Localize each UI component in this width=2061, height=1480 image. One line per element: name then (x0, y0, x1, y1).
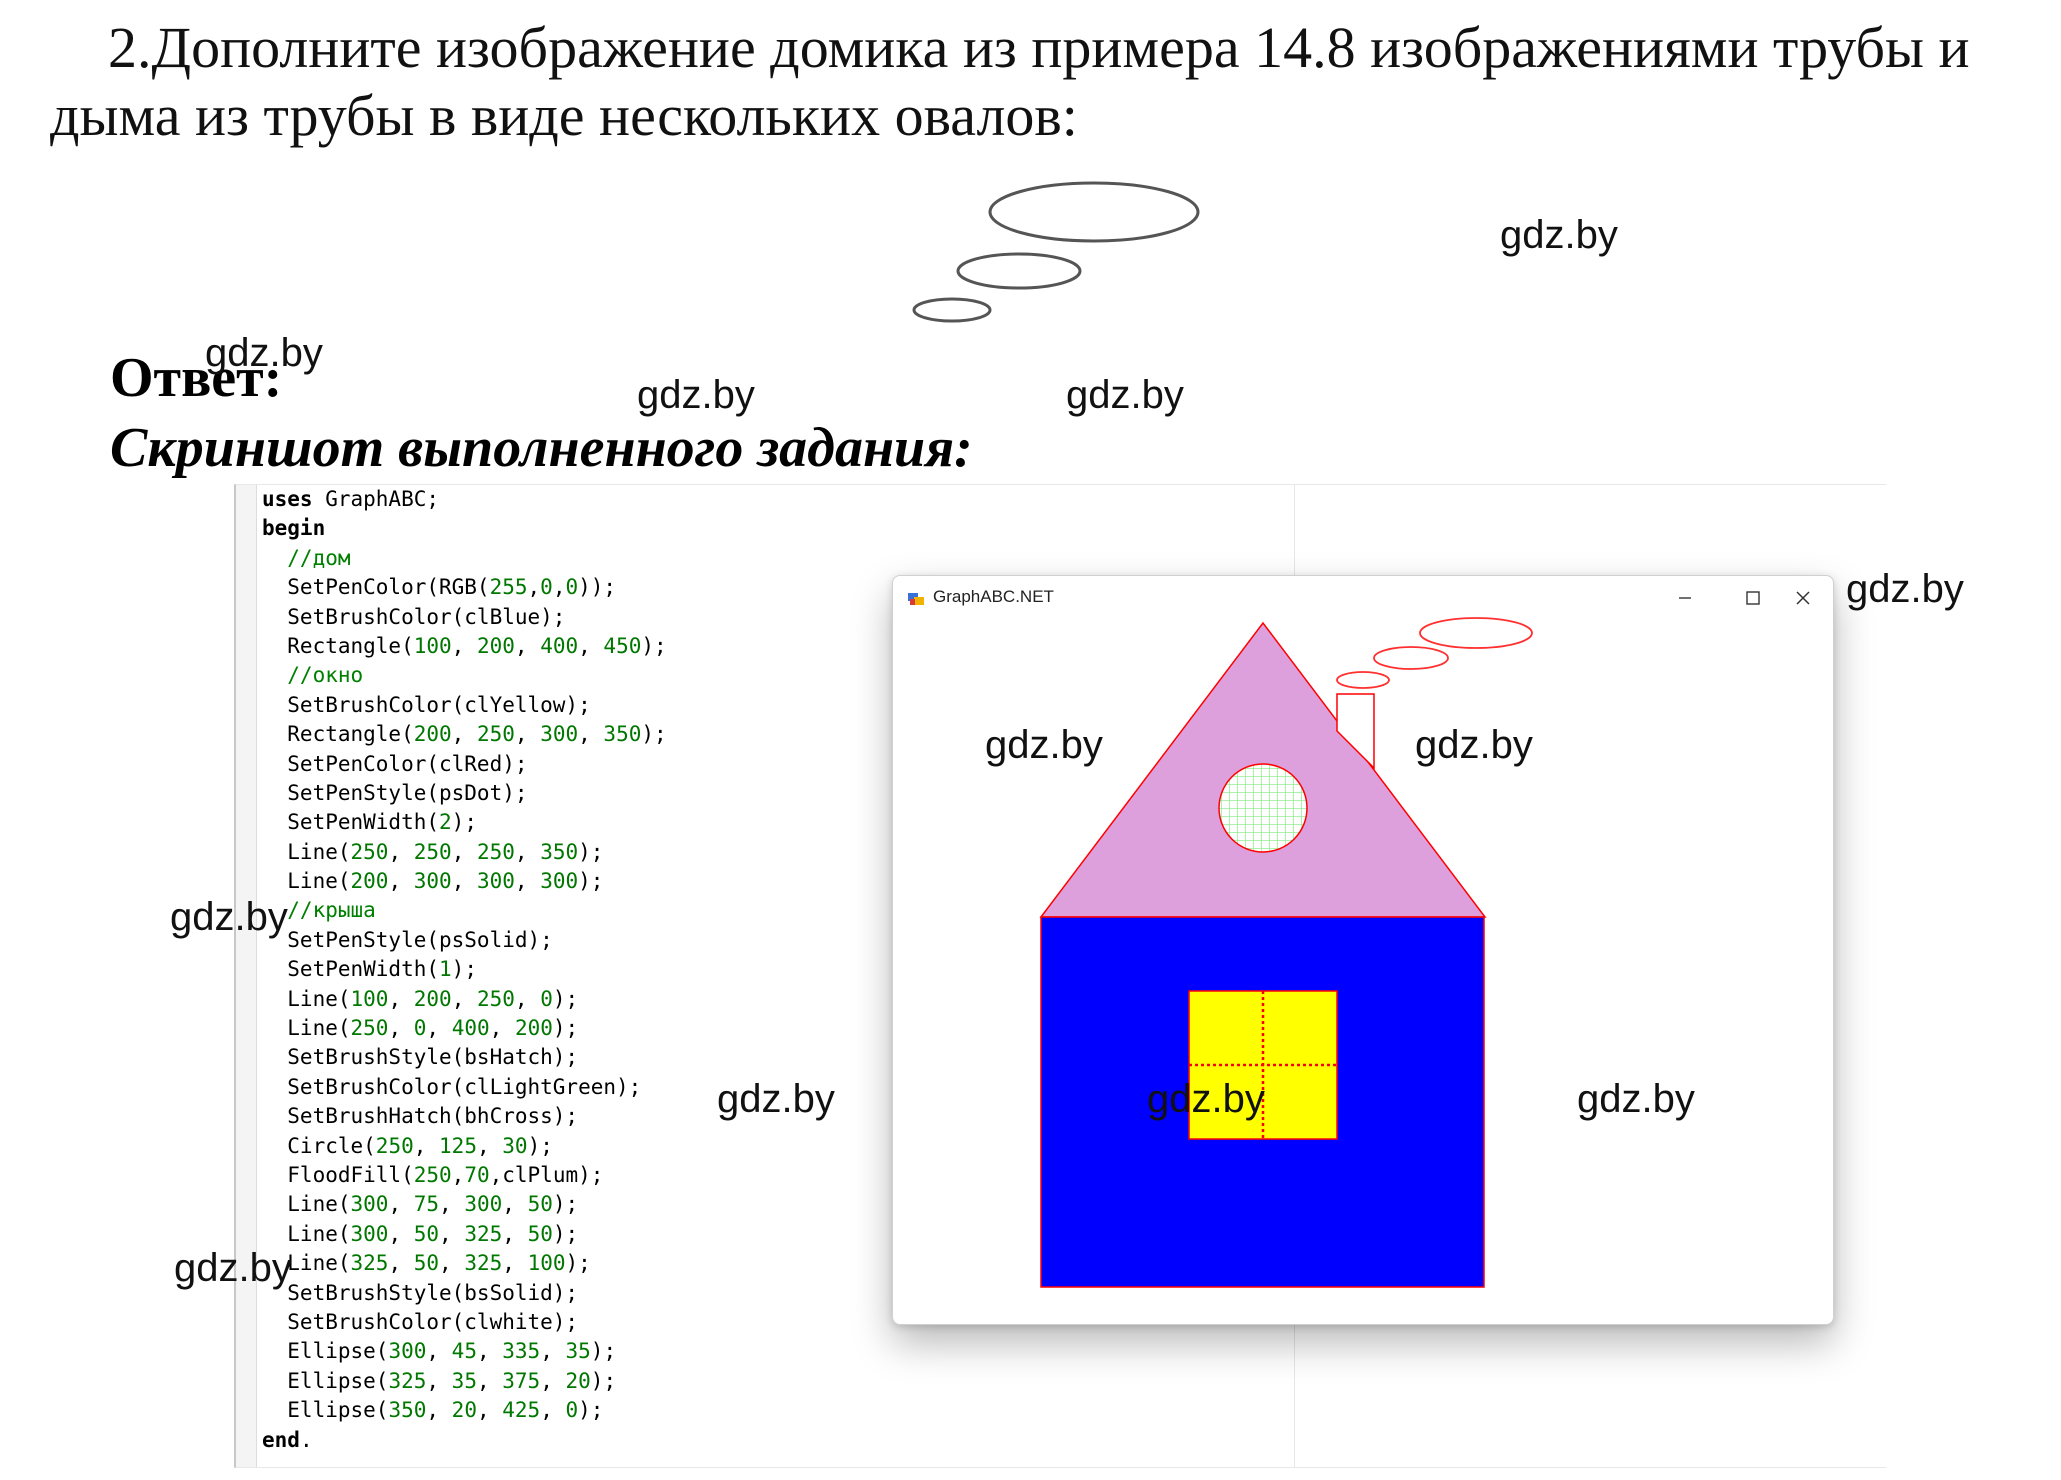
watermark: gdz.by (1415, 723, 1533, 767)
large-oval (988, 181, 1200, 243)
attic-window (1218, 763, 1308, 853)
code-line[interactable]: SetBrushColor(clYellow); (262, 691, 667, 720)
watermark: gdz.by (1846, 567, 1964, 611)
graphics-canvas (1039, 617, 1533, 1288)
code-line[interactable]: Ellipse(300, 45, 335, 35); (262, 1337, 667, 1366)
watermark: gdz.by (170, 895, 288, 939)
watermark: gdz.by (205, 331, 323, 375)
task-text: 2.Дополните изображение домика из пример… (50, 15, 1970, 148)
code-line[interactable]: //крыша (262, 896, 667, 925)
code-line[interactable]: Ellipse(350, 20, 425, 0); (262, 1396, 667, 1425)
code-line[interactable]: end. (262, 1426, 667, 1455)
code-line[interactable]: SetPenColor(clRed); (262, 750, 667, 779)
code-line[interactable]: Line(100, 200, 250, 0); (262, 985, 667, 1014)
code-line[interactable]: SetPenStyle(psDot); (262, 779, 667, 808)
medium-oval (956, 252, 1082, 290)
code-line[interactable]: SetBrushStyle(bsSolid); (262, 1279, 667, 1308)
watermark: gdz.by (717, 1077, 835, 1121)
code-line[interactable]: SetPenStyle(psSolid); (262, 926, 667, 955)
screenshot-label: Скриншот выполненного задания: (110, 417, 973, 479)
code-line[interactable]: Line(200, 300, 300, 300); (262, 867, 667, 896)
code-line[interactable]: Line(300, 50, 325, 50); (262, 1220, 667, 1249)
code-line[interactable]: SetBrushColor(clBlue); (262, 603, 667, 632)
code-line[interactable]: Ellipse(325, 35, 375, 20); (262, 1367, 667, 1396)
code-line[interactable]: SetBrushHatch(bhCross); (262, 1102, 667, 1131)
watermark: gdz.by (174, 1246, 292, 1290)
code-line[interactable]: Line(250, 0, 400, 200); (262, 1014, 667, 1043)
smoke-oval-small (1336, 671, 1390, 689)
code-listing[interactable]: uses GraphABC; begin //дом SetPenColor(RG… (262, 485, 667, 1455)
code-line[interactable]: SetBrushColor(clwhite); (262, 1308, 667, 1337)
code-line[interactable]: SetBrushColor(clLightGreen); (262, 1073, 667, 1102)
editor-gutter (236, 485, 257, 1467)
code-line[interactable]: Line(300, 75, 300, 50); (262, 1190, 667, 1219)
code-line[interactable]: Line(250, 250, 250, 350); (262, 838, 667, 867)
code-line[interactable]: Line(325, 50, 325, 100); (262, 1249, 667, 1278)
watermark: gdz.by (637, 373, 755, 417)
watermark: gdz.by (1147, 1077, 1265, 1121)
code-line[interactable]: SetPenWidth(2); (262, 808, 667, 837)
smoke-oval-large (1419, 617, 1533, 649)
code-line[interactable]: Circle(250, 125, 30); (262, 1132, 667, 1161)
watermark: gdz.by (985, 723, 1103, 767)
watermark: gdz.by (1066, 373, 1184, 417)
graphabc-window[interactable]: GraphABC.NET (892, 575, 1834, 1325)
code-line[interactable]: Rectangle(200, 250, 300, 350); (262, 720, 666, 749)
watermark: gdz.by (1577, 1077, 1695, 1121)
smoke-oval-medium (1373, 646, 1449, 670)
code-line[interactable]: SetPenColor(RGB(255,0,0)); (262, 573, 667, 602)
task-ovals-illustration (912, 181, 1200, 323)
code-line[interactable]: Rectangle(100, 200, 400, 450); (262, 632, 666, 661)
code-line[interactable]: uses GraphABC; (262, 485, 667, 514)
small-oval (912, 297, 992, 323)
code-line[interactable]: //окно (262, 661, 667, 690)
code-line[interactable]: FloodFill(250,70,clPlum); (262, 1161, 667, 1190)
code-line[interactable]: //дом (262, 544, 667, 573)
code-line[interactable]: begin (262, 514, 667, 543)
watermark: gdz.by (1500, 213, 1618, 257)
code-line[interactable]: SetPenWidth(1); (262, 955, 667, 984)
code-line[interactable]: SetBrushStyle(bsHatch); (262, 1043, 667, 1072)
